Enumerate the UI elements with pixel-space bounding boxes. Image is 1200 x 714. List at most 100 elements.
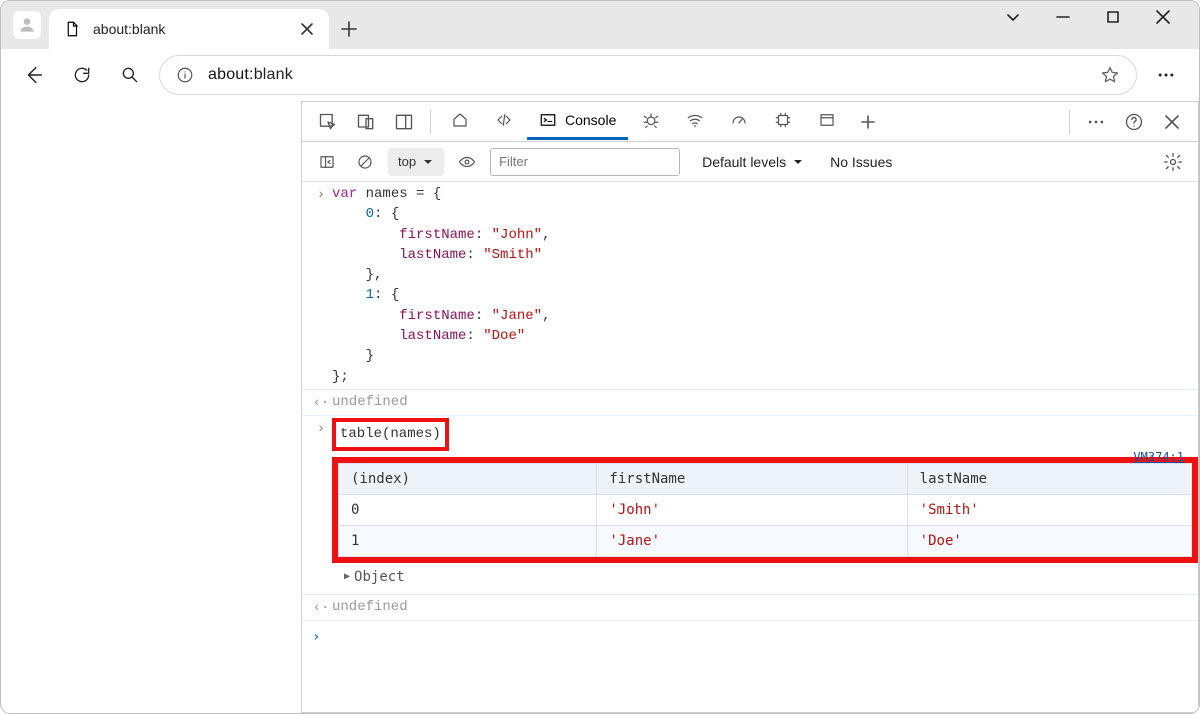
live-expression-button[interactable] [452, 147, 482, 177]
clear-icon [356, 153, 374, 171]
home-icon [451, 111, 469, 129]
browser-tab[interactable]: about:blank [49, 9, 329, 49]
maximize-button[interactable] [1099, 3, 1127, 31]
cell-index: 1 [339, 526, 597, 557]
tab-console[interactable]: Console [527, 104, 628, 140]
cell-lastname: 'Smith' [907, 494, 1191, 525]
devtools-more-button[interactable] [1078, 104, 1114, 140]
wifi-icon [686, 111, 704, 129]
source-link[interactable]: VM374:1 [1133, 449, 1184, 466]
profile-button[interactable] [13, 11, 41, 39]
chevron-down-icon [1004, 8, 1022, 26]
dock-side-button[interactable] [386, 104, 422, 140]
back-button[interactable] [15, 56, 53, 94]
reload-icon [72, 65, 92, 85]
favorite-icon[interactable] [1100, 65, 1120, 85]
browser-menu-button[interactable] [1147, 65, 1185, 85]
close-tab-icon[interactable] [299, 21, 315, 37]
chevron-down-icon [792, 156, 804, 168]
highlight-box: table(names) [332, 418, 449, 450]
tab-network[interactable] [674, 104, 716, 140]
plus-icon [859, 113, 877, 131]
close-icon [1155, 9, 1171, 25]
col-index[interactable]: (index) [339, 463, 597, 494]
titlebar: about:blank [1, 1, 1199, 49]
window-controls [999, 3, 1191, 49]
gauge-icon [730, 111, 748, 129]
info-icon [176, 66, 194, 84]
user-icon [17, 15, 37, 35]
eye-icon [458, 153, 476, 171]
tab-elements[interactable] [483, 104, 525, 140]
toggle-sidebar-button[interactable] [312, 147, 342, 177]
console-input-1: › var names = { 0: { firstName: "John", … [302, 182, 1198, 389]
console-toolbar: top Default levels No Issues [302, 142, 1198, 182]
device-toggle-button[interactable] [348, 104, 384, 140]
tab-application[interactable] [806, 104, 848, 140]
table-row: 1 'Jane' 'Doe' [339, 526, 1192, 557]
cell-lastname: 'Doe' [907, 526, 1191, 557]
more-tabs-button[interactable] [850, 104, 886, 140]
minimize-icon [1055, 9, 1071, 25]
new-tab-button[interactable] [329, 9, 369, 49]
context-label: top [398, 154, 416, 169]
reload-button[interactable] [63, 56, 101, 94]
inspect-icon [318, 112, 338, 132]
browser-window: about:blank about:blank [0, 0, 1200, 714]
input-prompt-icon: › [310, 184, 332, 205]
close-icon [1163, 113, 1181, 131]
col-lastname[interactable]: lastName [907, 463, 1191, 494]
maximize-icon [1106, 10, 1120, 24]
issues-label[interactable]: No Issues [830, 154, 892, 170]
console-return-2: ‹· undefined [302, 594, 1198, 620]
inspect-element-button[interactable] [310, 104, 346, 140]
tab-title: about:blank [93, 21, 287, 37]
console-body[interactable]: › var names = { 0: { firstName: "John", … [302, 182, 1198, 712]
cell-firstname: 'Jane' [597, 526, 907, 557]
search-icon [120, 65, 140, 85]
search-button[interactable] [111, 56, 149, 94]
close-window-button[interactable] [1149, 3, 1177, 31]
tab-memory[interactable] [762, 104, 804, 140]
devtools-close-button[interactable] [1154, 104, 1190, 140]
filter-input[interactable] [490, 148, 680, 176]
address-bar[interactable]: about:blank [159, 55, 1137, 95]
col-firstname[interactable]: firstName [597, 463, 907, 494]
chip-icon [774, 111, 792, 129]
log-levels-selector[interactable]: Default levels [702, 154, 804, 170]
bug-icon [642, 111, 660, 129]
context-selector[interactable]: top [388, 148, 444, 176]
undefined-text: undefined [332, 597, 1188, 617]
return-icon: ‹· [310, 392, 332, 413]
console-prompt[interactable]: › [302, 620, 1198, 657]
cell-index: 0 [339, 494, 597, 525]
more-horizontal-icon [1086, 112, 1106, 132]
object-expand-line[interactable]: ▶ Object [302, 565, 1198, 593]
plus-icon [340, 20, 358, 38]
devtools-panel: Console top [301, 101, 1199, 713]
return-icon: ‹· [310, 597, 332, 618]
tab-sources[interactable] [630, 104, 672, 140]
devices-icon [356, 112, 376, 132]
chevron-down-icon [422, 156, 434, 168]
input-prompt-icon: › [310, 418, 332, 439]
code-block: var names = { 0: { firstName: "John", la… [332, 184, 1188, 387]
cell-firstname: 'John' [597, 494, 907, 525]
chevron-down-button[interactable] [999, 3, 1027, 31]
tab-performance[interactable] [718, 104, 760, 140]
dock-icon [394, 112, 414, 132]
minimize-button[interactable] [1049, 3, 1077, 31]
sidebar-icon [318, 153, 336, 171]
devtools-help-button[interactable] [1116, 104, 1152, 140]
arrow-left-icon [23, 64, 45, 86]
triangle-right-icon: ▶ [344, 570, 350, 585]
tab-console-label: Console [565, 112, 616, 128]
code-icon [495, 111, 513, 129]
app-icon [818, 111, 836, 129]
tab-welcome[interactable] [439, 104, 481, 140]
gear-icon [1163, 152, 1183, 172]
console-table: (index) firstName lastName 0 'John' 'Smi… [338, 463, 1192, 558]
clear-console-button[interactable] [350, 147, 380, 177]
console-settings-button[interactable] [1158, 147, 1188, 177]
help-icon [1124, 112, 1144, 132]
